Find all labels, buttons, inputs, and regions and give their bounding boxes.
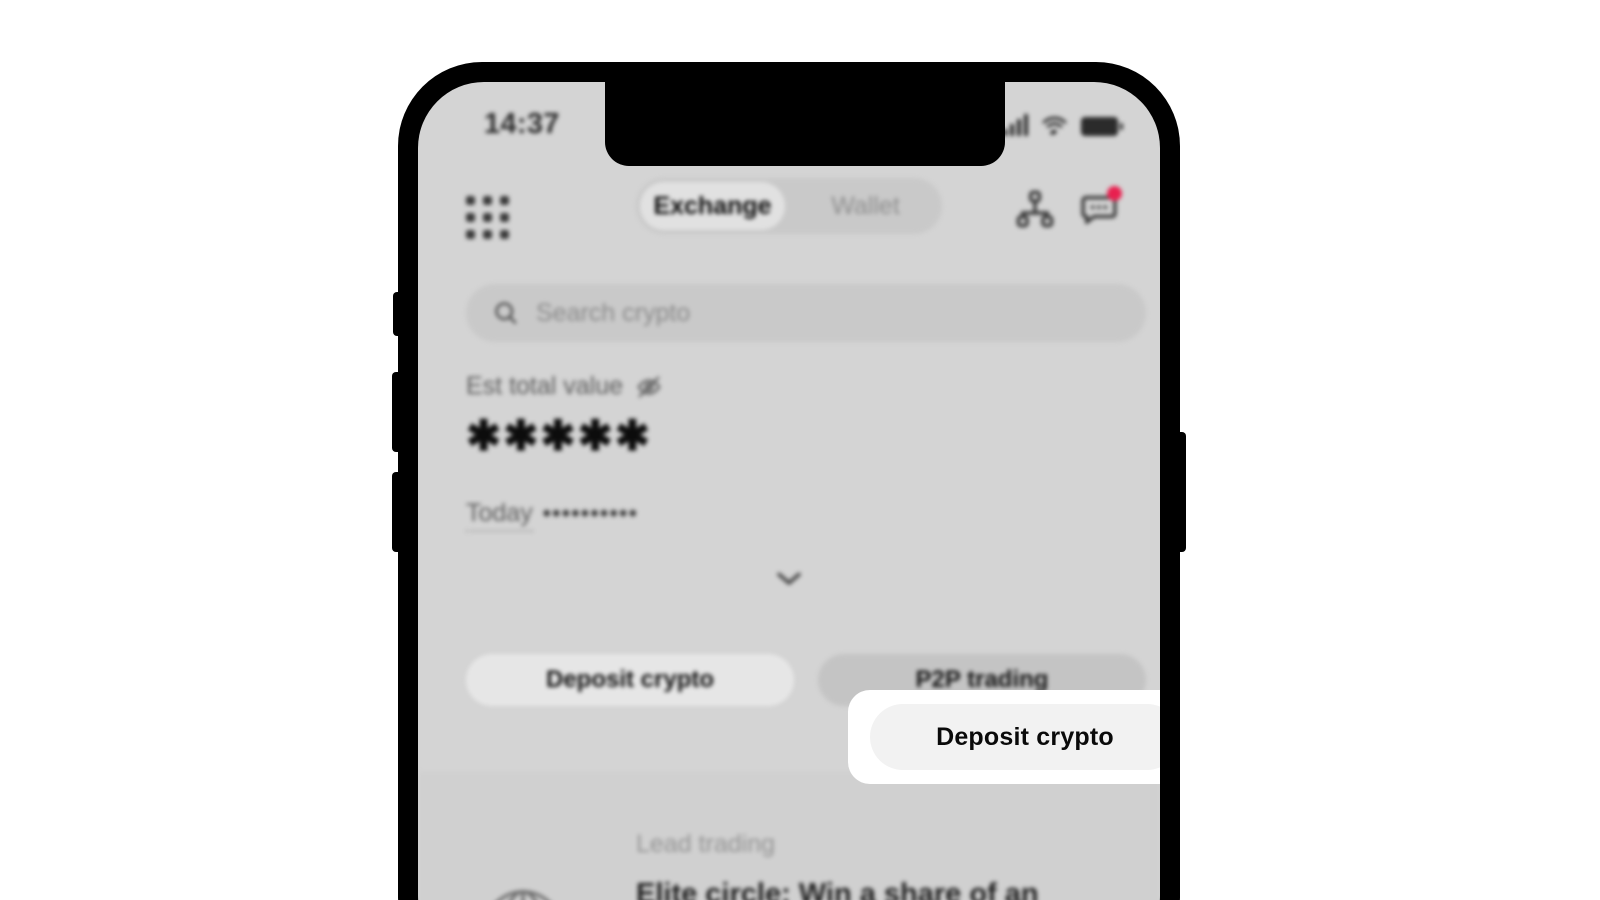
app-header: Exchange Wallet xyxy=(418,178,1160,256)
masked-balance-value: ✱✱✱✱✱ xyxy=(466,412,652,459)
volume-up-button[interactable] xyxy=(392,372,401,452)
balance-block: Est total value ✱✱✱✱✱ Today •••••••••• xyxy=(466,372,1146,532)
notification-badge-dot xyxy=(1107,186,1122,201)
promo-title: Elite circle: Win a share of an 80,000 U… xyxy=(636,878,1039,900)
chat-bubble-icon[interactable] xyxy=(1078,186,1122,230)
search-input[interactable]: Search crypto xyxy=(466,284,1146,342)
phone-screen: 14:37 Exchange Wallet Search crypto Est … xyxy=(418,82,1160,900)
exchange-wallet-toggle[interactable]: Exchange Wallet xyxy=(636,178,942,234)
globe-network-icon xyxy=(470,872,576,900)
est-total-label: Est total value xyxy=(466,372,624,400)
today-label[interactable]: Today xyxy=(466,499,533,532)
status-time: 14:37 xyxy=(484,108,560,140)
promo-kicker: Lead trading xyxy=(636,830,776,858)
screenshot-canvas: 14:37 Exchange Wallet Search crypto Est … xyxy=(0,0,1600,900)
battery-full-icon xyxy=(1081,117,1123,136)
spotlight-highlight: Deposit crypto xyxy=(848,690,1160,784)
chevron-down-icon[interactable] xyxy=(772,567,806,594)
deposit-crypto-button[interactable]: Deposit crypto xyxy=(466,654,794,706)
status-icons xyxy=(1003,114,1123,136)
eye-off-icon[interactable] xyxy=(635,373,663,401)
today-row: Today •••••••••• xyxy=(466,499,1146,532)
wifi-icon xyxy=(1042,116,1067,135)
tab-wallet[interactable]: Wallet xyxy=(793,182,938,230)
deposit-crypto-button-highlighted[interactable]: Deposit crypto xyxy=(870,704,1160,770)
volume-down-button[interactable] xyxy=(392,472,401,552)
signal-bars-icon xyxy=(1003,114,1028,136)
today-masked-value: •••••••••• xyxy=(542,500,639,526)
referral-network-icon[interactable] xyxy=(1014,188,1056,230)
apps-grid-icon[interactable] xyxy=(466,196,509,239)
silent-switch-button[interactable] xyxy=(393,292,401,336)
phone-frame: 14:37 Exchange Wallet Search crypto Est … xyxy=(392,62,1186,900)
phone-notch xyxy=(605,82,1005,166)
search-placeholder: Search crypto xyxy=(536,298,691,327)
search-icon xyxy=(495,302,517,324)
lead-trading-promo-card[interactable]: Lead trading Elite circle: Win a share o… xyxy=(418,772,1160,900)
power-button[interactable] xyxy=(1177,432,1186,552)
tab-exchange[interactable]: Exchange xyxy=(640,182,785,230)
est-total-row: Est total value xyxy=(466,372,1146,401)
header-actions xyxy=(1014,186,1122,230)
